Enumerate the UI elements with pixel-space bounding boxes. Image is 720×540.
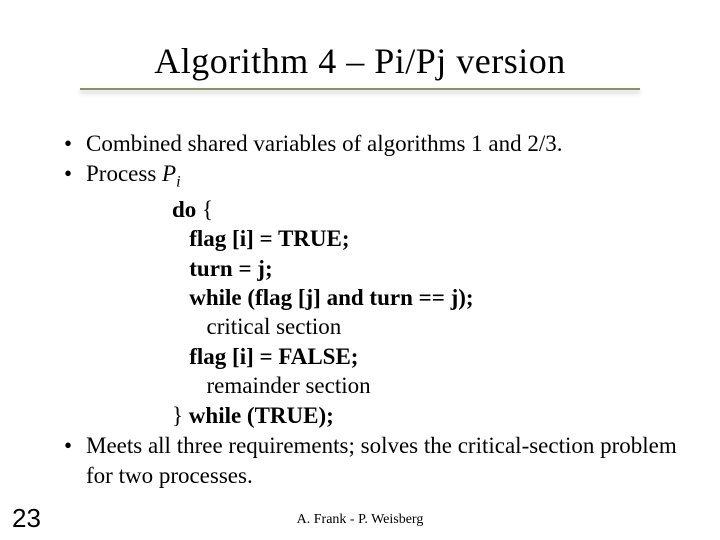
body-content: • Combined shared variables of algorithm… — [64, 128, 684, 491]
bullet-1-text: Combined shared variables of algorithms … — [86, 129, 684, 158]
bullet-1: • Combined shared variables of algorithm… — [64, 129, 684, 158]
footer-credits: A. Frank - P. Weisberg — [0, 512, 720, 528]
code-line: while (flag [j] and turn == j); — [172, 283, 684, 312]
code-brace-close: } — [172, 403, 189, 428]
code-line: flag [i] = FALSE; — [172, 342, 684, 371]
bullet-dot-icon: • — [64, 159, 86, 188]
code-line: do { — [172, 195, 684, 224]
bullet-dot-icon: • — [64, 431, 86, 460]
bullet-2-prefix: Process — [86, 161, 162, 186]
bullet-3-text: Meets all three requirements; solves the… — [86, 431, 684, 490]
process-subscript: i — [176, 174, 180, 191]
bullet-2: • Process Pi — [64, 159, 684, 193]
title-area: Algorithm 4 – Pi/Pj version — [0, 40, 720, 90]
code-line: turn = j; — [172, 254, 684, 283]
code-line: critical section — [172, 312, 684, 341]
process-symbol: P — [162, 161, 176, 186]
slide: Algorithm 4 – Pi/Pj version • Combined s… — [0, 0, 720, 540]
bullet-dot-icon: • — [64, 129, 86, 158]
code-line: remainder section — [172, 371, 684, 400]
code-line: } while (TRUE); — [172, 401, 684, 430]
code-block: do { flag [i] = TRUE; turn = j; while (f… — [172, 195, 684, 431]
code-keyword-while: while (TRUE); — [189, 403, 334, 428]
code-keyword-do: do — [172, 197, 196, 222]
code-brace: { — [196, 197, 213, 222]
slide-title: Algorithm 4 – Pi/Pj version — [154, 40, 566, 82]
bullet-3: • Meets all three requirements; solves t… — [64, 431, 684, 490]
bullet-2-text: Process Pi — [86, 159, 684, 193]
title-underline — [80, 88, 640, 90]
code-line: flag [i] = TRUE; — [172, 224, 684, 253]
